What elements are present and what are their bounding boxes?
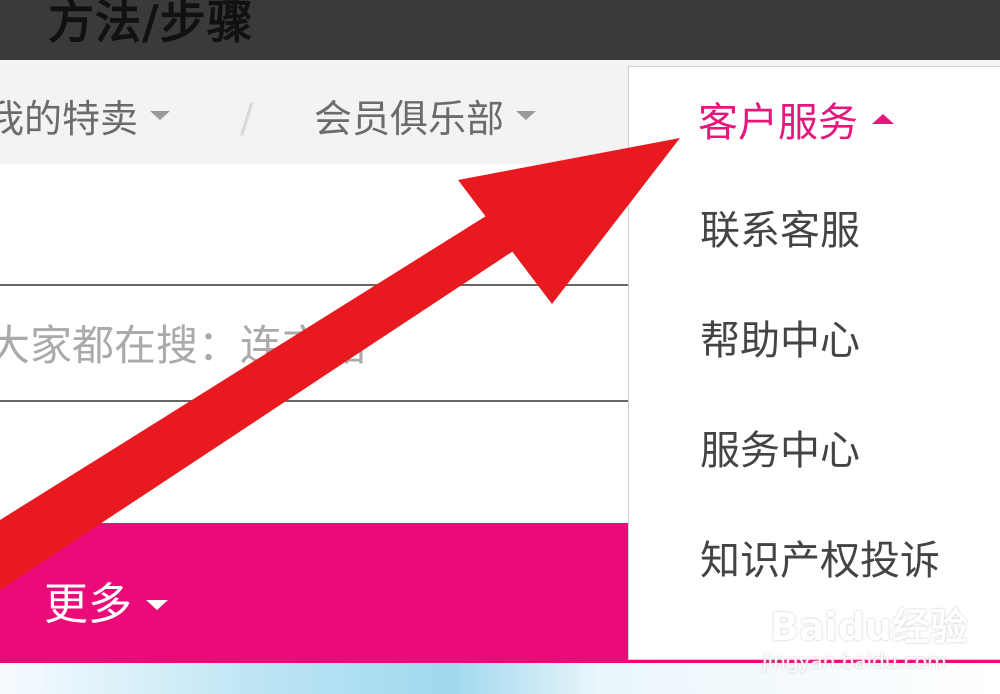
baidu-jingyan-watermark: Baidu经验 jingyan.baidu.com [762, 596, 968, 673]
watermark-url: jingyan.baidu.com [762, 649, 947, 673]
red-arrow-icon [0, 138, 680, 590]
arrow-head [458, 138, 680, 304]
arrow-shaft [0, 196, 542, 590]
watermark-logo: Baidu经验 [770, 605, 968, 649]
